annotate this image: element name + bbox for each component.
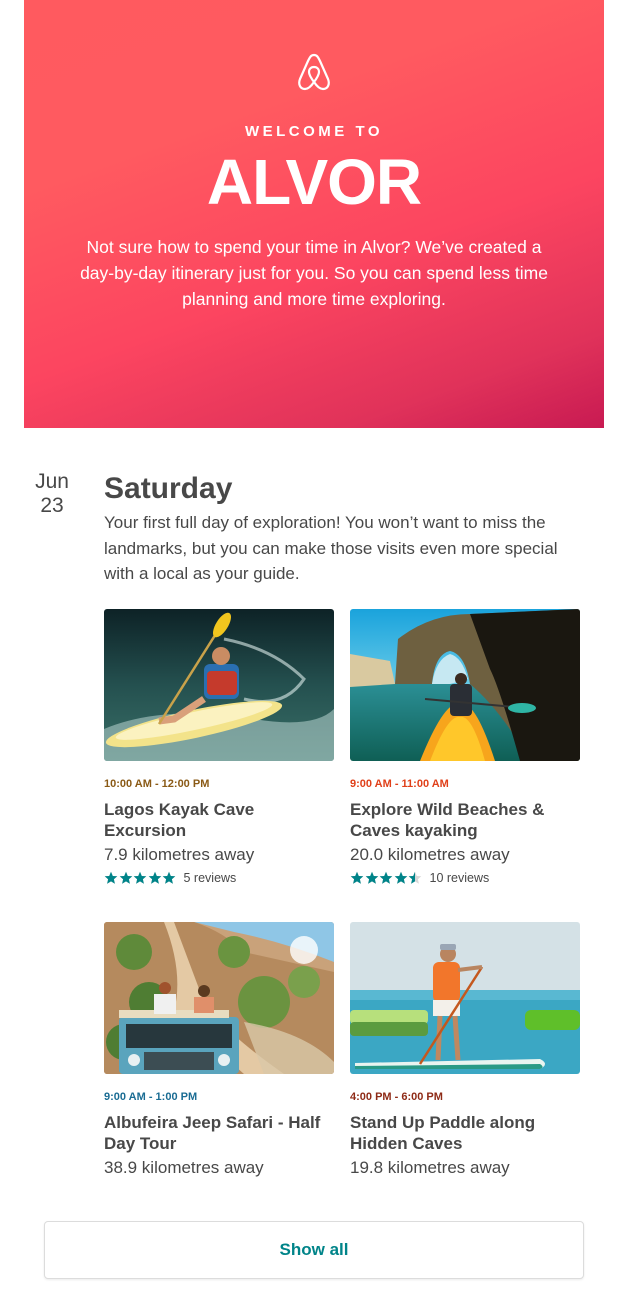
experience-distance: 38.9 kilometres away	[104, 1158, 264, 1177]
experience-distance: 7.9 kilometres away	[104, 845, 255, 864]
experience-card[interactable]: 9:00 AM - 1:00 PM Albufeira Jeep Safari …	[104, 922, 334, 1180]
star-icon	[104, 871, 118, 884]
review-count: 10 reviews	[429, 871, 490, 885]
experience-card[interactable]: 4:00 PM - 6:00 PM Stand Up Paddle along …	[350, 922, 580, 1180]
airbnb-logo-icon	[298, 53, 330, 91]
star-icon	[379, 871, 393, 884]
star-icon	[148, 871, 161, 884]
hero-banner: WELCOME TO ALVOR Not sure how to spend y…	[24, 0, 604, 428]
rating: 5 reviews	[104, 870, 334, 886]
star-icon	[365, 871, 378, 884]
experience-title[interactable]: Explore Wild Beaches & Caves kayaking	[350, 799, 580, 841]
day-description: Your first full day of exploration! You …	[104, 513, 558, 583]
review-count: 5 reviews	[183, 871, 237, 885]
star-icon	[119, 871, 132, 884]
star-icon	[350, 871, 364, 884]
sea-arch-kayak-photo[interactable]	[350, 609, 580, 761]
experience-title[interactable]: Lagos Kayak Cave Excursion	[104, 799, 334, 841]
intro-text: Not sure how to spend your time in Alvor…	[80, 237, 548, 309]
experience-distance: 19.8 kilometres away	[350, 1158, 510, 1177]
rating: 10 reviews	[350, 870, 580, 886]
city-title: ALVOR	[206, 146, 422, 218]
star-rating	[350, 871, 423, 885]
date-day: 23	[40, 494, 64, 517]
experience-card[interactable]: 9:00 AM - 11:00 AM Explore Wild Beaches …	[350, 609, 580, 886]
star-icon	[408, 871, 422, 884]
show-all-button[interactable]: Show all	[44, 1221, 584, 1279]
experience-card[interactable]: 10:00 AM - 12:00 PM Lagos Kayak Cave Exc…	[104, 609, 334, 886]
experience-time: 4:00 PM - 6:00 PM	[350, 1091, 443, 1103]
experience-title[interactable]: Albufeira Jeep Safari - Half Day Tour	[104, 1112, 334, 1154]
stand-up-paddle-photo[interactable]	[350, 922, 580, 1074]
experience-time: 9:00 AM - 1:00 PM	[104, 1091, 198, 1103]
day-title: Saturday	[104, 472, 233, 505]
star-icon	[394, 871, 407, 884]
kayak-photo[interactable]	[104, 609, 334, 761]
star-icon	[162, 871, 176, 884]
star-rating	[104, 871, 177, 885]
date-month: Jun	[35, 470, 69, 493]
experience-time: 10:00 AM - 12:00 PM	[104, 778, 210, 790]
welcome-label: WELCOME TO	[244, 123, 384, 140]
experience-distance: 20.0 kilometres away	[350, 845, 510, 864]
jeep-safari-photo[interactable]	[104, 922, 334, 1074]
experience-time: 9:00 AM - 11:00 AM	[350, 778, 449, 790]
experience-title[interactable]: Stand Up Paddle along Hidden Caves	[350, 1112, 580, 1154]
date-badge: Jun 23	[24, 470, 80, 518]
star-icon	[133, 871, 147, 884]
